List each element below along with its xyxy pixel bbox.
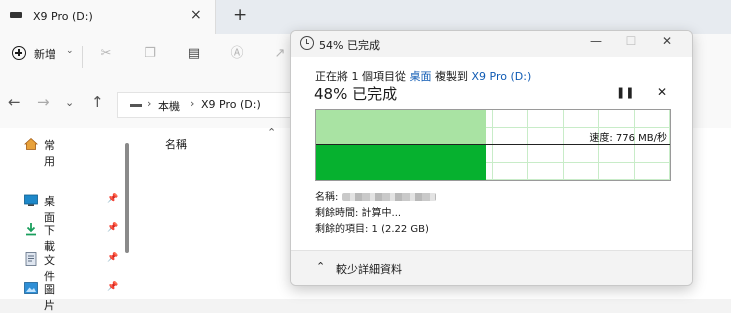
tab-title: X9 Pro (D:) (33, 10, 93, 23)
breadcrumb-this-pc[interactable]: 本機 (158, 98, 180, 114)
graph-grid-cell (634, 145, 670, 163)
sidebar-item-label: 文件 (44, 254, 55, 283)
pictures-icon (24, 281, 38, 295)
computer-icon (130, 104, 142, 107)
copy-icon[interactable]: ❐ (142, 46, 158, 62)
sidebar-item-label: 桌面 (44, 195, 55, 224)
graph-progress-fill (316, 144, 486, 180)
destination-link[interactable]: X9 Pro (D:) (472, 70, 532, 83)
cut-icon[interactable]: ✂ (98, 46, 114, 62)
pin-icon[interactable]: 📌 (107, 282, 118, 292)
sidebar-item-label: 圖片 (44, 283, 55, 312)
recent-chevron-icon[interactable]: ⌄ (65, 96, 74, 109)
graph-grid-cell (599, 110, 635, 128)
download-icon (24, 222, 38, 236)
breadcrumb-separator: › (147, 97, 152, 110)
blurred-file-name (341, 193, 436, 201)
graph-grid-cell (528, 110, 564, 128)
dialog-footer: ⌃ 較少詳細資料 (291, 250, 692, 285)
rename-icon[interactable]: Ⓐ (229, 46, 245, 62)
sort-up-chevron-icon: ⌃ (267, 126, 277, 139)
copy-mid: 複製到 (435, 70, 468, 83)
sidebar-item-label: 常用 (44, 139, 55, 168)
sidebar-item-label: 下載 (44, 224, 55, 253)
up-arrow-icon[interactable]: ↑ (91, 93, 104, 111)
clock-icon (300, 36, 314, 50)
graph-grid-cell (634, 162, 670, 180)
minimize-icon[interactable]: — (582, 34, 610, 48)
graph-grid-cell (528, 127, 564, 145)
speed-label: 速度: 776 MB/秒 (589, 133, 667, 144)
column-header-name[interactable]: 名稱 (165, 136, 187, 152)
source-link[interactable]: 桌面 (410, 70, 432, 83)
graph-grid-cell (563, 162, 600, 180)
graph-grid-cell (528, 145, 564, 163)
paste-icon[interactable]: ▤ (186, 46, 202, 62)
dialog-title: 54% 已完成 (319, 39, 380, 52)
graph-grid-cell (563, 110, 600, 128)
plus-circle-icon (12, 46, 26, 60)
desktop-icon (24, 193, 38, 207)
close-tab-icon[interactable]: × (190, 7, 202, 23)
dialog-title-bar[interactable]: 54% 已完成 — ☐ ✕ (291, 31, 692, 57)
graph-grid-cell (493, 145, 529, 163)
breadcrumb[interactable]: › 本機 › X9 Pro (D:) (117, 92, 317, 118)
copy-progress-dialog: 54% 已完成 — ☐ ✕ 正在將 1 個項目從 桌面 複製到 X9 Pro (… (290, 30, 693, 286)
drive-icon (10, 12, 22, 18)
sidebar: 常用 桌面 📌 下載 📌 文件 📌 圖片 📌 (0, 128, 125, 312)
maximize-icon: ☐ (625, 34, 637, 48)
tab-x9-pro[interactable]: X9 Pro (D:) × (0, 0, 216, 34)
graph-grid-cell (528, 162, 564, 180)
graph-grid-cell (493, 127, 529, 145)
sidebar-scrollbar[interactable] (125, 143, 129, 253)
name-label: 名稱: (315, 192, 339, 203)
time-remaining: 剩餘時間: 計算中... (315, 208, 402, 219)
graph-grid-cell (599, 162, 635, 180)
pin-icon[interactable]: 📌 (107, 253, 118, 263)
new-tab-icon[interactable]: + (233, 5, 247, 25)
progress-percent-text: 48% 已完成 (314, 85, 398, 103)
pin-icon[interactable]: 📌 (107, 194, 118, 204)
toolbar-divider (82, 46, 83, 68)
file-name-row: 名稱: (315, 188, 436, 203)
breadcrumb-drive[interactable]: X9 Pro (D:) (201, 98, 261, 111)
close-icon[interactable]: ✕ (653, 34, 681, 48)
cancel-button[interactable]: ✕ (657, 85, 667, 99)
graph-grid-cell (493, 110, 529, 128)
graph-grid-cell (599, 145, 635, 163)
graph-grid-cell (634, 110, 670, 128)
copy-source-line: 正在將 1 個項目從 桌面 複製到 X9 Pro (D:) (315, 68, 531, 84)
copy-prefix: 正在將 1 個項目從 (315, 70, 406, 83)
pin-icon[interactable]: 📌 (107, 223, 118, 233)
new-label: 新增 (34, 48, 56, 61)
pause-button[interactable]: ❚❚ (616, 86, 634, 99)
breadcrumb-separator: › (190, 97, 195, 110)
home-icon (23, 137, 39, 151)
graph-grid-cell (563, 145, 600, 163)
forward-arrow-icon[interactable]: → (37, 93, 50, 111)
less-details-button[interactable]: 較少詳細資料 (336, 261, 402, 277)
items-remaining: 剩餘的項目: 1 (2.22 GB) (315, 224, 429, 235)
graph-grid-cell (493, 162, 529, 180)
transfer-speed-graph: 速度: 776 MB/秒 (315, 109, 671, 181)
chevron-up-icon[interactable]: ⌃ (316, 260, 325, 273)
chevron-down-icon: ⌄ (66, 46, 74, 56)
share-icon[interactable]: ↗ (272, 46, 288, 62)
document-icon (24, 252, 38, 266)
graph-speed-area (316, 110, 486, 144)
back-arrow-icon[interactable]: ← (8, 93, 21, 111)
tab-bar: X9 Pro (D:) × + (0, 0, 731, 34)
speed-line (316, 144, 670, 145)
